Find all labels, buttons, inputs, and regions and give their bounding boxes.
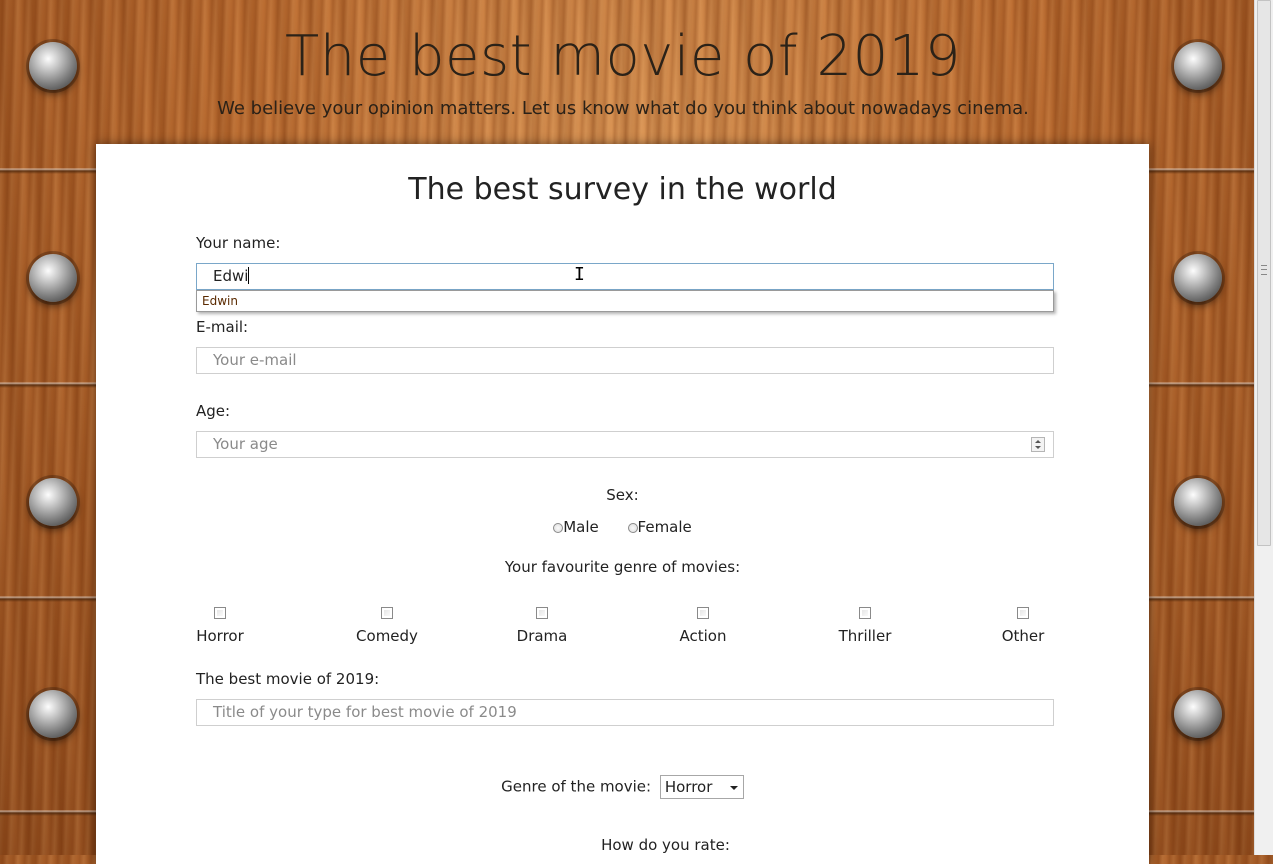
- text-cursor-icon: I: [574, 264, 585, 285]
- age-input[interactable]: Your age: [196, 431, 1054, 458]
- rivet-icon: [29, 42, 77, 90]
- age-label: Age:: [196, 402, 231, 420]
- rivet-icon: [1174, 254, 1222, 302]
- age-placeholder: Your age: [213, 435, 278, 453]
- survey-form: The best survey in the world Your name: …: [96, 144, 1149, 864]
- grip-icon: [1261, 265, 1267, 275]
- radio-male[interactable]: Male: [553, 518, 599, 536]
- page-background: The best movie of 2019 We believe your o…: [0, 0, 1254, 864]
- page-subtitle: We believe your opinion matters. Let us …: [217, 98, 1029, 119]
- radio-male-label: Male: [563, 518, 599, 536]
- rivet-icon: [1174, 690, 1222, 738]
- genre-horror-label: Horror: [196, 627, 244, 645]
- checkbox-icon: [214, 607, 226, 619]
- best-movie-label: The best movie of 2019:: [196, 670, 380, 688]
- movie-genre-row: Genre of the movie: Horror: [96, 775, 1149, 799]
- checkbox-icon: [1017, 607, 1029, 619]
- email-input[interactable]: Your e-mail: [196, 347, 1054, 374]
- rivet-icon: [29, 254, 77, 302]
- genre-drama[interactable]: Drama: [492, 607, 592, 645]
- genre-other-label: Other: [1001, 627, 1045, 645]
- movie-genre-select[interactable]: Horror: [659, 775, 744, 799]
- rate-label: How do you rate:: [601, 836, 730, 854]
- name-label: Your name:: [196, 234, 281, 252]
- checkbox-icon: [859, 607, 871, 619]
- sex-options: Male Female: [96, 518, 1149, 536]
- best-movie-placeholder: Title of your type for best movie of 201…: [213, 703, 517, 721]
- radio-female[interactable]: Female: [627, 518, 692, 536]
- checkbox-icon: [381, 607, 393, 619]
- vertical-scrollbar[interactable]: [1254, 0, 1273, 855]
- rivet-icon: [29, 690, 77, 738]
- spinner-icon[interactable]: [1031, 437, 1045, 452]
- genre-thriller[interactable]: Thriller: [815, 607, 915, 645]
- movie-genre-label: Genre of the movie:: [501, 777, 652, 796]
- genre-action[interactable]: Action: [653, 607, 753, 645]
- genre-drama-label: Drama: [516, 627, 568, 645]
- page-title: The best movie of 2019: [285, 24, 961, 89]
- scrollbar-thumb[interactable]: [1257, 0, 1271, 546]
- dropdown-arrow-icon: [729, 786, 738, 790]
- suggestion-text: Edwin: [202, 294, 238, 308]
- movie-genre-selected: Horror: [664, 778, 713, 796]
- text-caret: [248, 267, 250, 284]
- autocomplete-suggestion[interactable]: Edwin: [196, 290, 1054, 312]
- rivet-icon: [29, 478, 77, 526]
- name-value: Edwi: [213, 267, 249, 285]
- radio-icon: [553, 523, 564, 533]
- radio-female-label: Female: [637, 518, 692, 536]
- genre-comedy-label: Comedy: [356, 627, 418, 645]
- sex-label: Sex:: [606, 486, 639, 504]
- genre-horror[interactable]: Horror: [170, 607, 270, 645]
- best-movie-input[interactable]: Title of your type for best movie of 201…: [196, 699, 1054, 726]
- rivet-icon: [1174, 478, 1222, 526]
- genre-other[interactable]: Other: [973, 607, 1073, 645]
- name-input[interactable]: Edwi: [196, 263, 1054, 290]
- radio-icon: [627, 523, 638, 533]
- genre-comedy[interactable]: Comedy: [337, 607, 437, 645]
- rivet-icon: [1174, 42, 1222, 90]
- checkbox-icon: [697, 607, 709, 619]
- genre-thriller-label: Thriller: [838, 627, 892, 645]
- survey-title: The best survey in the world: [408, 172, 837, 207]
- checkbox-icon: [536, 607, 548, 619]
- email-label: E-mail:: [196, 318, 249, 336]
- genre-label: Your favourite genre of movies:: [504, 558, 741, 576]
- genre-action-label: Action: [679, 627, 727, 645]
- email-placeholder: Your e-mail: [213, 351, 297, 369]
